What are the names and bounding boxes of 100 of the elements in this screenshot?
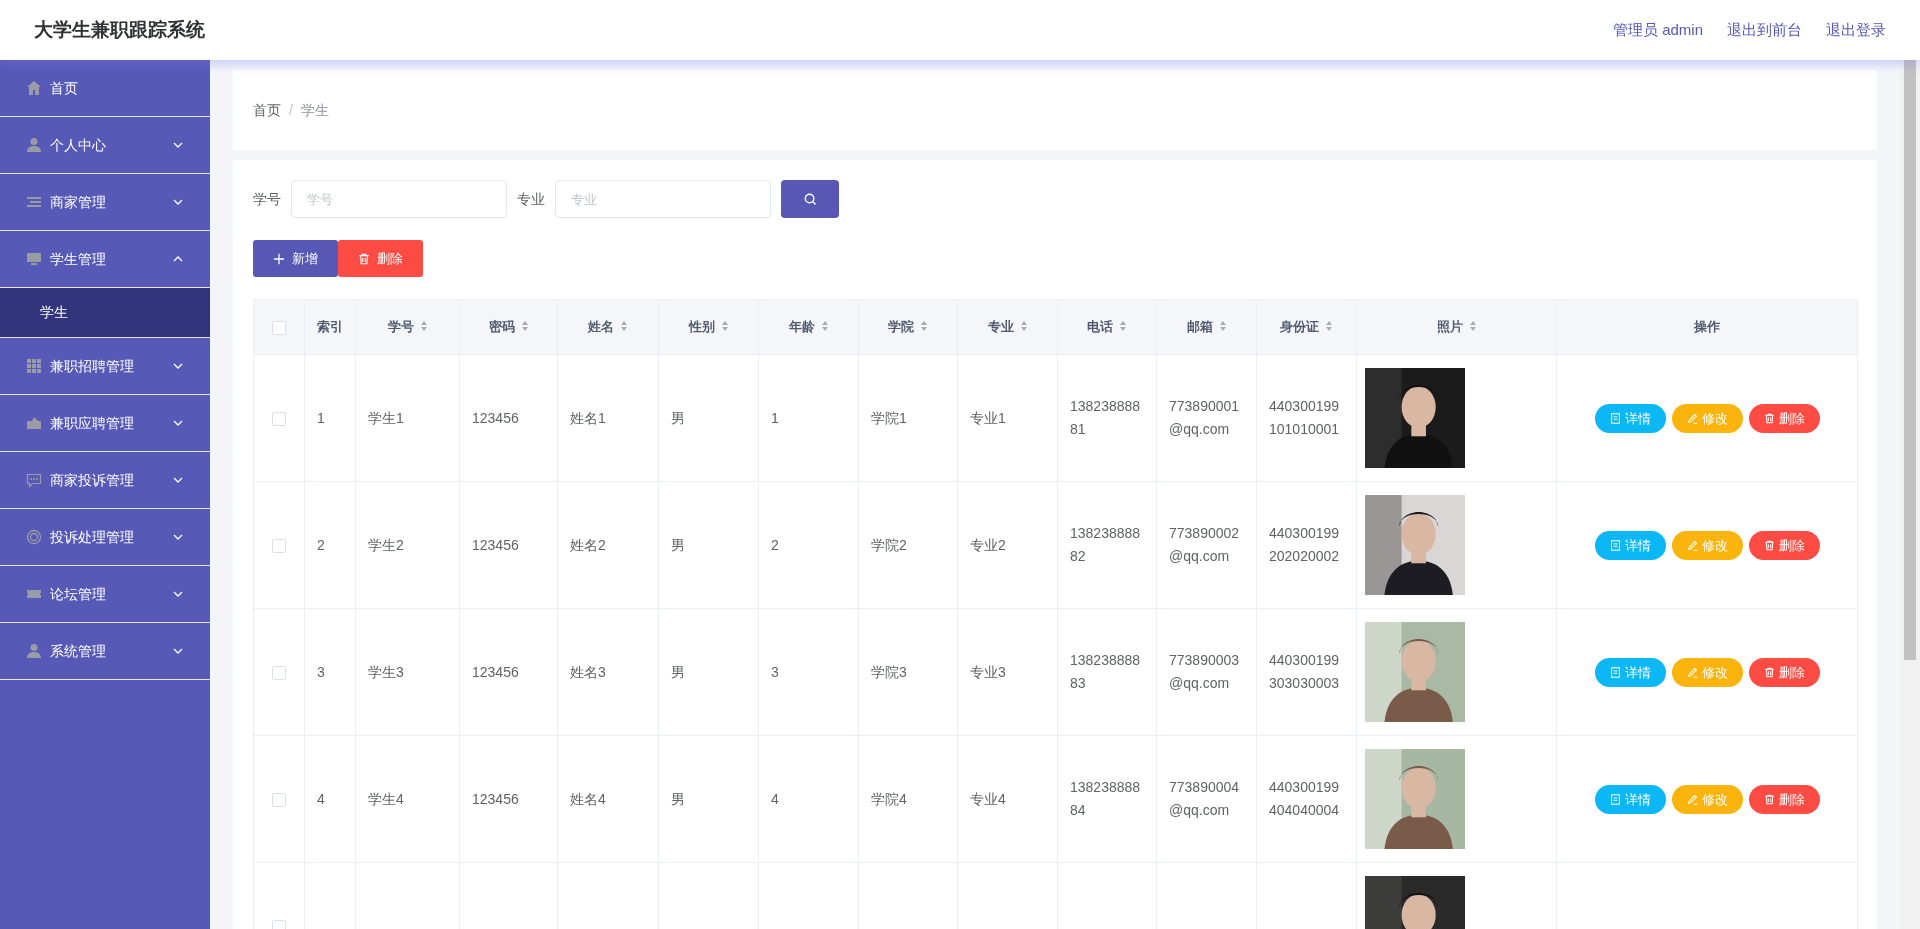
table-cell: 773890003@qq.com <box>1169 652 1240 691</box>
sort-icon[interactable] <box>520 320 529 333</box>
sort-icon[interactable] <box>920 320 928 333</box>
app-title: 大学生兼职跟踪系统 <box>34 17 205 42</box>
user-icon <box>26 643 42 659</box>
sort-icon[interactable] <box>1119 320 1127 333</box>
sidebar-item[interactable]: 商家投诉管理 <box>0 452 210 509</box>
column-header[interactable]: 邮箱 <box>1186 319 1213 335</box>
delete-button[interactable]: 删除 <box>338 240 423 277</box>
table-cell: 学生2 <box>368 536 404 553</box>
row-checkbox[interactable] <box>272 665 286 680</box>
wallet-icon <box>26 415 42 431</box>
table-cell: 专业2 <box>970 536 1006 553</box>
logout-link[interactable]: 退出登录 <box>1826 18 1886 42</box>
table-cell: 学院3 <box>871 663 907 680</box>
scrollbar-thumb[interactable] <box>1904 60 1916 660</box>
home-icon <box>26 80 42 96</box>
sidebar-item[interactable]: 系统管理 <box>0 623 210 680</box>
sidebar-item[interactable]: 论坛管理 <box>0 566 210 623</box>
table-cell: 13823888883 <box>1070 652 1141 691</box>
trash-icon <box>1763 793 1775 805</box>
sidebar-item[interactable]: 首页 <box>0 60 210 117</box>
search-field[interactable]: 专业 <box>555 180 771 218</box>
table-cell: 123456 <box>472 663 519 680</box>
table-cell: 1 <box>771 409 779 426</box>
table-cell: 姓名1 <box>570 409 606 426</box>
column-header[interactable]: 照片 <box>1436 319 1463 335</box>
table-cell: 2 <box>317 536 325 553</box>
row-checkbox[interactable] <box>272 411 286 426</box>
user-link[interactable]: 管理员 admin <box>1612 18 1703 42</box>
table-cell: 440300199202020002 <box>1269 525 1340 564</box>
table-cell: 773890002@qq.com <box>1169 525 1240 564</box>
sidebar-item[interactable]: 商家管理 <box>0 174 210 231</box>
sidebar-item[interactable]: 投诉处理管理 <box>0 509 210 566</box>
table-cell: 专业3 <box>970 663 1006 680</box>
table-cell: 4 <box>771 790 779 807</box>
table-cell: 专业1 <box>970 409 1006 426</box>
add-button[interactable]: 新增 <box>253 240 338 277</box>
document-icon <box>1609 793 1621 805</box>
user-icon <box>26 137 42 153</box>
delete-button[interactable]: 删除 <box>1748 530 1820 560</box>
sidebar-item[interactable]: 兼职招聘管理 <box>0 338 210 395</box>
table-cell: 13823888884 <box>1070 779 1141 818</box>
sort-icon[interactable] <box>720 320 729 333</box>
sort-icon[interactable] <box>1019 320 1028 333</box>
field-label: 学号 <box>253 189 281 209</box>
sidebar-subitem[interactable]: 学生 <box>0 288 210 338</box>
column-header: 索引 <box>317 319 343 335</box>
search-icon <box>803 192 817 206</box>
column-header[interactable]: 学院 <box>888 319 914 335</box>
lifebuoy-icon <box>26 529 42 545</box>
row-checkbox[interactable] <box>272 792 286 807</box>
column-header[interactable]: 年龄 <box>788 319 815 335</box>
table-cell: 773890001@qq.com <box>1169 398 1240 437</box>
table-cell: 学院1 <box>871 409 907 426</box>
pencil-icon <box>1686 666 1698 678</box>
sidebar-item[interactable]: 兼职应聘管理 <box>0 395 210 452</box>
table-cell: 学院2 <box>871 536 907 553</box>
chat-icon <box>26 472 42 488</box>
column-header[interactable]: 专业 <box>987 319 1014 335</box>
trash-icon <box>1763 412 1775 424</box>
pencil-icon <box>1686 412 1698 424</box>
column-header[interactable]: 学号 <box>387 319 414 335</box>
search-field[interactable]: 学号 <box>291 180 507 218</box>
search-button[interactable] <box>781 180 839 218</box>
trash-icon <box>1763 539 1775 551</box>
delete-button[interactable]: 删除 <box>1748 784 1820 814</box>
column-header[interactable]: 密码 <box>488 319 515 335</box>
field-label: 专业 <box>517 189 545 209</box>
column-header[interactable]: 性别 <box>688 319 715 335</box>
list-icon <box>26 194 42 210</box>
trash-icon <box>1763 666 1775 678</box>
monitor-icon <box>26 251 42 267</box>
sidebar-item[interactable]: 个人中心 <box>0 117 210 174</box>
delete-button[interactable]: 删除 <box>1748 403 1820 433</box>
sort-icon[interactable] <box>419 320 428 333</box>
delete-button[interactable]: 删除 <box>1748 657 1820 687</box>
sort-icon[interactable] <box>820 320 829 333</box>
table-cell: 773890004@qq.com <box>1169 779 1240 818</box>
plus-icon <box>273 252 285 265</box>
row-checkbox[interactable] <box>272 919 286 929</box>
sort-icon[interactable] <box>1325 320 1333 333</box>
table-cell: 3 <box>771 663 779 680</box>
table-cell: 123456 <box>472 409 519 426</box>
table-cell: 学生1 <box>368 409 404 426</box>
sort-icon[interactable] <box>620 320 628 333</box>
column-header[interactable]: 姓名 <box>588 319 614 335</box>
trash-icon <box>358 252 370 265</box>
select-all-checkbox[interactable] <box>272 320 286 335</box>
column-header[interactable]: 身份证 <box>1280 319 1319 335</box>
table-cell: 13823888882 <box>1070 525 1141 564</box>
sort-icon[interactable] <box>1218 320 1227 333</box>
row-checkbox[interactable] <box>272 538 286 553</box>
front-link[interactable]: 退出到前台 <box>1727 18 1802 42</box>
column-header[interactable]: 电话 <box>1087 319 1113 335</box>
breadcrumb-item[interactable]: 首页 <box>253 99 281 121</box>
table-cell: 440300199303030003 <box>1269 652 1340 691</box>
table-cell: 男 <box>671 409 685 426</box>
sort-icon[interactable] <box>1468 320 1477 333</box>
table-cell: 学院4 <box>871 790 907 807</box>
